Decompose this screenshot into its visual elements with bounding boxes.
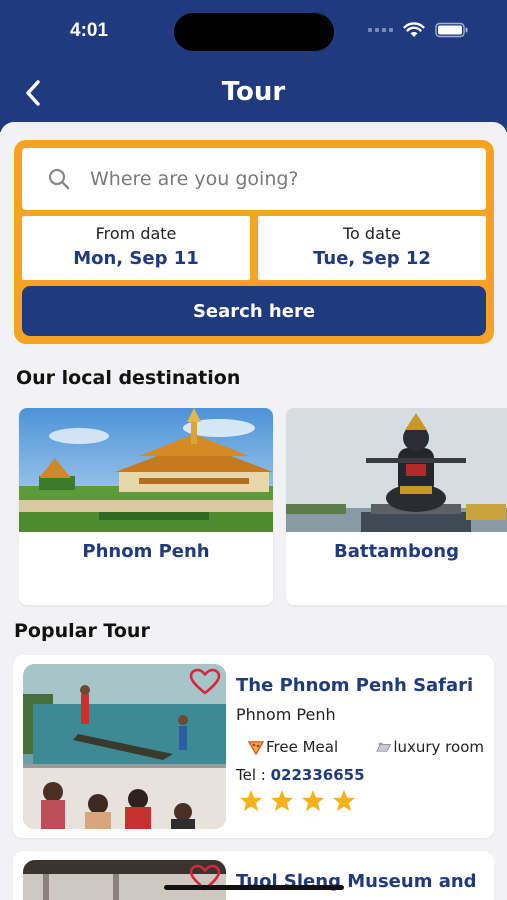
star-icon: [240, 790, 262, 811]
star-icon: [271, 790, 293, 811]
to-date-label: To date: [342, 224, 401, 243]
from-date-value: Mon, Sep 11: [73, 248, 199, 269]
tour-card[interactable]: The Phnom Penh Safari Phnom Penh Free Me…: [13, 655, 494, 838]
from-date-label: From date: [95, 224, 177, 243]
star-icon: [302, 790, 324, 811]
destination-name: Battambong: [334, 541, 459, 562]
star-rating: [239, 789, 356, 812]
tour-image: [23, 860, 226, 900]
wifi-icon: [403, 22, 425, 37]
tour-city: Phnom Penh: [236, 705, 336, 724]
home-indicator: [164, 885, 344, 890]
tour-telephone: Tel : 022336655: [236, 766, 365, 784]
search-input[interactable]: Where are you going?: [22, 148, 486, 210]
status-time: 4:01: [70, 20, 109, 41]
amenity-luxury-room: luxury room: [376, 738, 484, 756]
local-destination-heading: Our local destination: [16, 367, 241, 389]
destination-card-phnom-penh[interactable]: Phnom Penh: [19, 408, 273, 605]
search-card: Where are you going? From date Mon, Sep …: [14, 140, 494, 344]
to-date-value: Tue, Sep 12: [313, 248, 431, 269]
camera-notch: [174, 13, 334, 51]
tour-card[interactable]: Tuol Sleng Museum and: [13, 851, 494, 900]
pizza-icon: [248, 741, 264, 755]
search-icon: [48, 168, 70, 190]
royal-palace-image: [19, 408, 273, 532]
search-button[interactable]: Search here: [22, 286, 486, 336]
tel-number[interactable]: 022336655: [271, 766, 365, 784]
page-title: Tour: [221, 77, 286, 107]
destination-card-battambong[interactable]: Battambong: [286, 408, 507, 605]
amenity-free-meal: Free Meal: [248, 738, 338, 756]
from-date-field[interactable]: From date Mon, Sep 11: [22, 216, 250, 280]
star-icon: [333, 790, 355, 811]
heart-icon[interactable]: [189, 668, 221, 696]
amenity-label: Free Meal: [266, 738, 339, 756]
popular-tour-heading: Popular Tour: [14, 620, 150, 642]
tel-label: Tel :: [236, 766, 271, 784]
content-area: Where are you going? From date Mon, Sep …: [0, 122, 507, 900]
battambang-statue-image: [286, 408, 507, 532]
destination-name: Phnom Penh: [82, 541, 210, 562]
bed-icon: [376, 742, 392, 752]
status-bar: 4:01: [0, 0, 507, 62]
amenity-label: luxury room: [393, 738, 484, 756]
to-date-field[interactable]: To date Tue, Sep 12: [258, 216, 486, 280]
battery-icon: [435, 22, 468, 38]
search-placeholder: Where are you going?: [90, 168, 299, 190]
cellular-signal-icon: [368, 28, 393, 32]
status-icons: [368, 22, 469, 38]
tour-title: The Phnom Penh Safari: [236, 675, 474, 696]
tour-image: [23, 664, 226, 829]
